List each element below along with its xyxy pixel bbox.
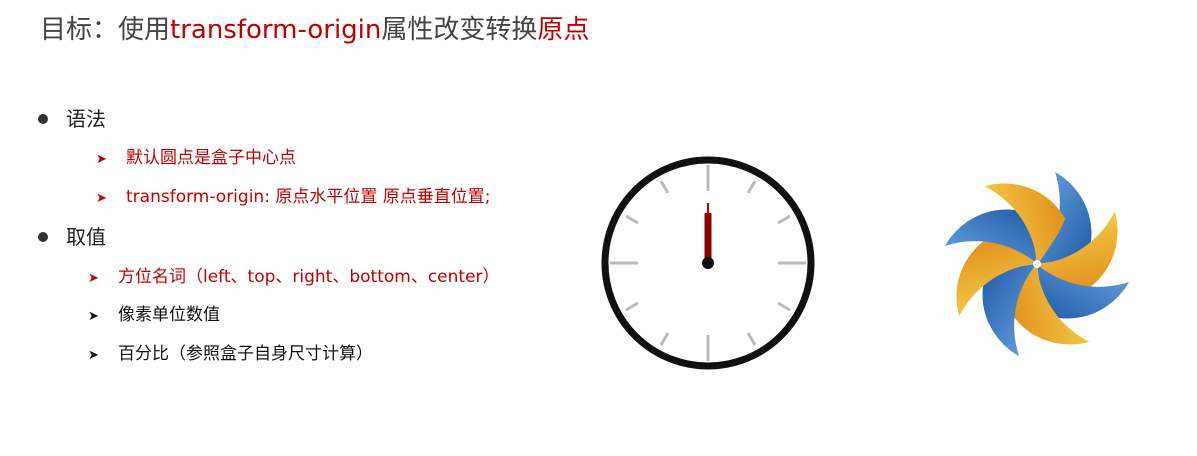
section-heading-syntax: 语法 [38,106,106,132]
bullet-dot-icon [38,231,48,242]
section-label: 语法 [66,107,106,131]
list-item: ➤ 方位名词（left、top、right、bottom、center） [88,265,500,291]
section-heading-values: 取值 [38,224,106,250]
pinwheel-hub [1033,260,1041,268]
bullet-dot-icon [38,113,48,124]
pinwheel-icon [945,172,1129,356]
list-item: ➤ 像素单位数值 [88,303,220,329]
page-title: 目标：使用transform-origin属性改变转换原点 [40,12,589,48]
title-highlight: transform-origin [170,15,382,45]
list-item-text: transform-origin: 原点水平位置 原点垂直位置; [126,187,491,207]
clock-hand [704,213,712,263]
list-item: ➤ 百分比（参照盒子自身尺寸计算） [88,342,373,368]
list-item: ➤ transform-origin: 原点水平位置 原点垂直位置; [96,185,490,211]
arrow-right-icon: ➤ [96,191,107,206]
arrow-right-icon: ➤ [96,152,107,167]
list-item: ➤ 默认圆点是盒子中心点 [96,146,296,172]
list-item-text: 方位名词（left、top、right、bottom、center） [118,267,500,287]
arrow-right-icon: ➤ [88,309,99,324]
title-suffix: 原点 [537,15,590,45]
title-middle: 属性改变转换 [381,15,538,45]
list-item-text: 百分比（参照盒子自身尺寸计算） [118,344,373,364]
section-label: 取值 [66,225,106,249]
title-prefix: 目标：使用 [40,15,171,45]
list-item-text: 像素单位数值 [118,305,220,325]
arrow-right-icon: ➤ [88,348,99,363]
clock-pivot [702,257,714,269]
pinwheel-blades [945,172,1129,356]
clock-icon [601,156,815,370]
list-item-text: 默认圆点是盒子中心点 [126,148,296,168]
arrow-right-icon: ➤ [88,271,99,286]
